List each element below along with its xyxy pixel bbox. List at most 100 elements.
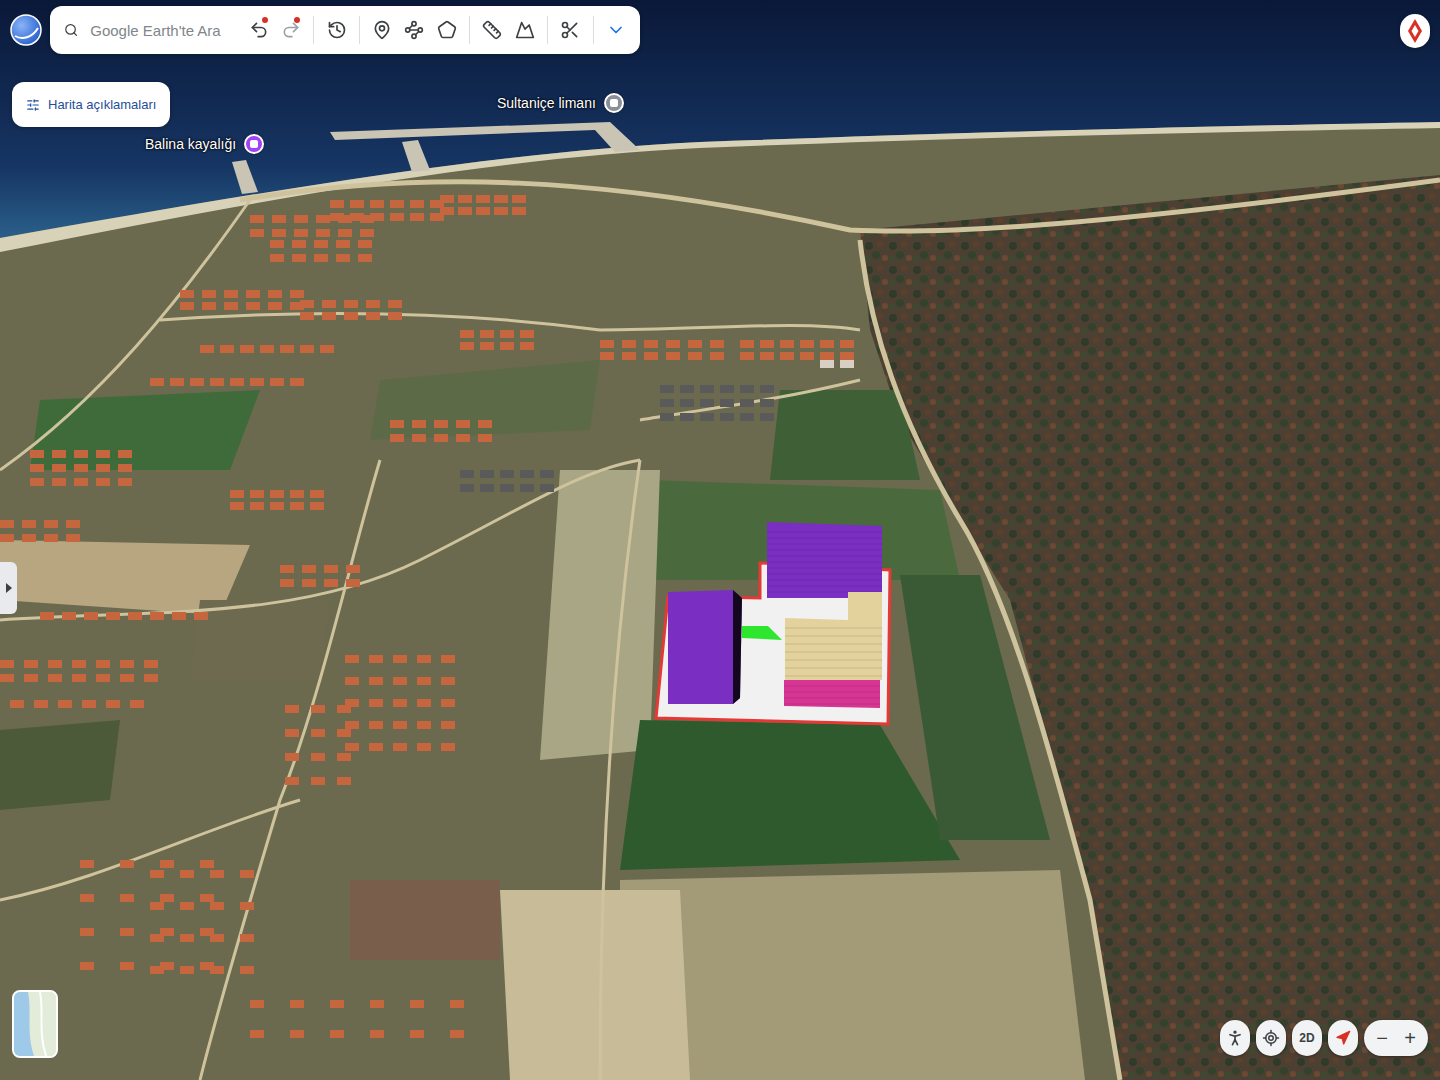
map-canvas[interactable] — [0, 0, 1440, 1080]
house — [336, 240, 350, 248]
house — [10, 700, 24, 708]
house — [760, 340, 774, 348]
building[interactable] — [668, 590, 742, 704]
view-toggle-button[interactable]: 2D — [1292, 1020, 1322, 1056]
house — [410, 213, 424, 221]
undo-button[interactable] — [244, 13, 273, 47]
house — [150, 902, 164, 910]
house — [740, 399, 754, 407]
mini-map[interactable] — [12, 990, 58, 1058]
house — [311, 705, 325, 713]
polygon-icon — [437, 20, 457, 40]
house — [710, 352, 724, 360]
harbour-pier — [330, 122, 640, 152]
house — [272, 229, 286, 237]
house — [330, 1030, 344, 1038]
house — [434, 420, 448, 428]
tools-button[interactable] — [556, 13, 585, 47]
house — [434, 434, 448, 442]
search-icon — [64, 22, 78, 38]
house — [96, 674, 110, 682]
zoom-in-button[interactable]: + — [1396, 1022, 1424, 1054]
house — [344, 300, 358, 308]
legend-button[interactable]: Harita açıklamaları — [12, 82, 170, 127]
house — [310, 490, 324, 498]
house — [160, 860, 174, 868]
house — [520, 342, 534, 350]
house — [441, 677, 455, 685]
legend-label: Harita açıklamaları — [48, 97, 156, 112]
house — [180, 966, 194, 974]
house — [280, 579, 294, 587]
house — [180, 870, 194, 878]
house — [346, 565, 360, 573]
house — [270, 254, 284, 262]
house — [96, 464, 110, 472]
search-field[interactable] — [64, 21, 240, 40]
place-label[interactable]: Balina kayalığı — [145, 134, 264, 154]
earth-logo-icon[interactable] — [10, 14, 42, 46]
compass-button[interactable] — [1400, 14, 1430, 48]
house — [494, 195, 508, 203]
house — [320, 345, 334, 353]
building[interactable] — [767, 522, 882, 598]
zoom-out-button[interactable]: − — [1368, 1022, 1396, 1054]
house — [58, 700, 72, 708]
house — [96, 660, 110, 668]
house — [34, 700, 48, 708]
search-input[interactable] — [88, 21, 240, 40]
house — [440, 195, 454, 203]
house — [410, 200, 424, 208]
house — [370, 1030, 384, 1038]
side-panel-toggle[interactable] — [0, 562, 17, 614]
house — [520, 470, 534, 478]
house — [66, 534, 80, 542]
house — [210, 934, 224, 942]
street-view-button[interactable] — [1220, 1020, 1250, 1056]
road — [240, 180, 1440, 231]
house — [180, 302, 194, 310]
history-button[interactable] — [322, 13, 351, 47]
polygon-button[interactable] — [433, 13, 462, 47]
north-button[interactable] — [1328, 1020, 1358, 1056]
view-controls: 2D −+ — [1220, 1020, 1428, 1056]
building[interactable] — [785, 592, 882, 680]
house — [144, 660, 158, 668]
house — [480, 342, 494, 350]
house — [345, 677, 359, 685]
house — [390, 420, 404, 428]
house — [80, 962, 94, 970]
house — [150, 934, 164, 942]
house — [300, 312, 314, 320]
building[interactable] — [742, 626, 782, 640]
house — [388, 312, 402, 320]
house — [720, 399, 734, 407]
house — [290, 490, 304, 498]
house — [290, 502, 304, 510]
house — [622, 352, 636, 360]
house — [118, 478, 132, 486]
house — [345, 721, 359, 729]
house — [311, 777, 325, 785]
house — [740, 413, 754, 421]
redo-button[interactable] — [277, 13, 306, 47]
more-button[interactable] — [601, 13, 630, 47]
house — [480, 484, 494, 492]
house — [324, 565, 338, 573]
house — [688, 340, 702, 348]
house — [700, 413, 714, 421]
field — [540, 470, 660, 760]
undo-badge — [262, 17, 268, 23]
house — [311, 753, 325, 761]
measure-button[interactable] — [478, 13, 507, 47]
placemark-button[interactable] — [368, 13, 397, 47]
building[interactable] — [784, 680, 880, 708]
field — [350, 880, 500, 960]
place-label[interactable]: Sultaniçe limanı — [497, 93, 624, 113]
house — [290, 1000, 304, 1008]
my-location-button[interactable] — [1256, 1020, 1286, 1056]
house — [700, 385, 714, 393]
house — [120, 860, 134, 868]
terrain-button[interactable] — [511, 13, 540, 47]
path-button[interactable] — [400, 13, 429, 47]
